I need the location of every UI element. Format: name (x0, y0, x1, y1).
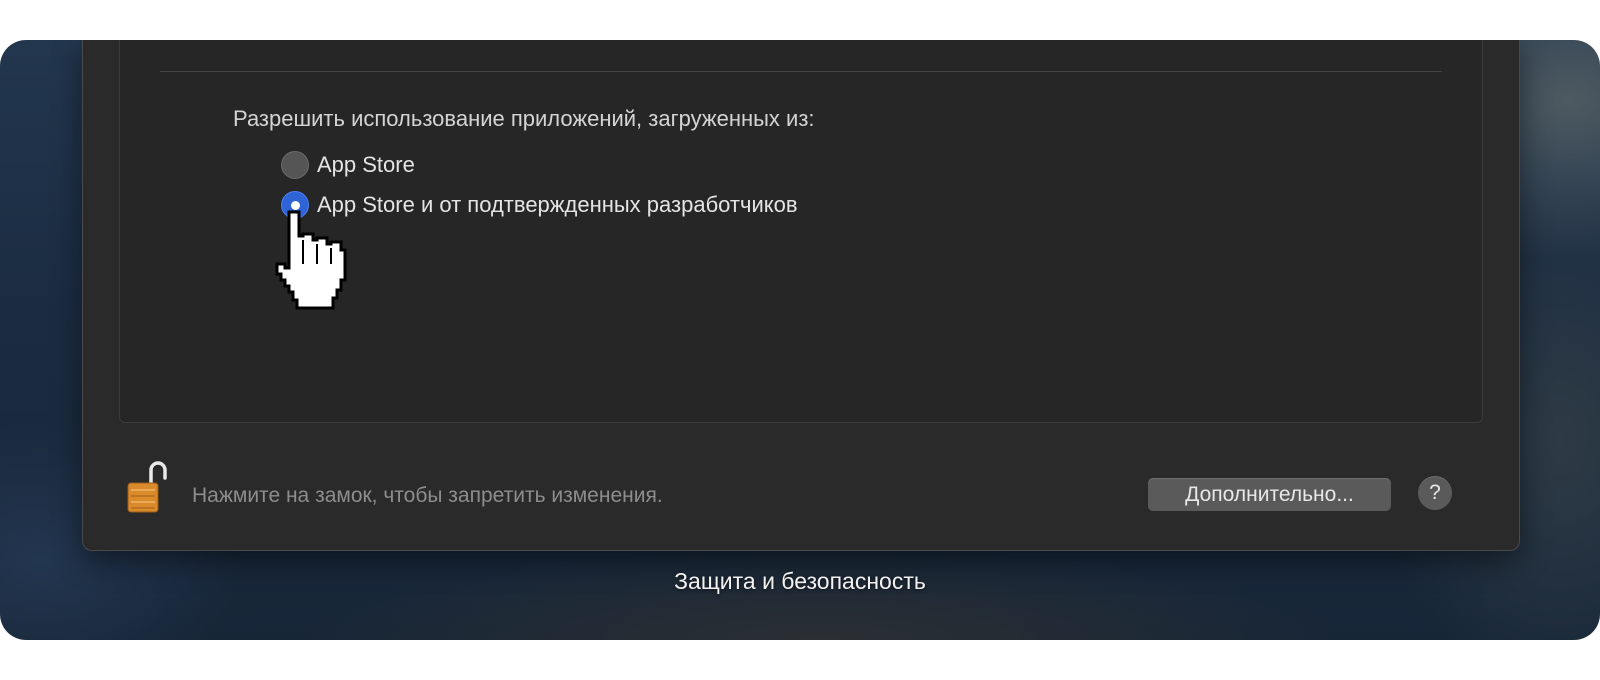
radio-option-app-store[interactable]: App Store (281, 150, 415, 180)
window-title: Защита и безопасность (674, 568, 926, 594)
radio-option-app-store-identified[interactable]: App Store и от подтвержденных разработчи… (281, 190, 798, 220)
advanced-button[interactable]: Дополнительно... (1148, 478, 1391, 511)
desktop-wallpaper: Разрешить использование приложений, загр… (0, 40, 1600, 640)
help-button[interactable]: ? (1418, 476, 1452, 510)
radio-label-app-store-identified: App Store и от подтвержденных разработчи… (317, 192, 798, 217)
unlocked-padlock-icon[interactable] (123, 458, 169, 521)
radio-label-app-store: App Store (317, 152, 415, 177)
allow-apps-label: Разрешить использование приложений, загр… (233, 106, 815, 131)
pointing-hand-cursor-icon (273, 206, 355, 319)
section-divider (160, 71, 1442, 72)
radio-button-app-store[interactable] (281, 151, 309, 179)
lock-hint-text: Нажмите на замок, чтобы запретить измене… (192, 484, 663, 507)
